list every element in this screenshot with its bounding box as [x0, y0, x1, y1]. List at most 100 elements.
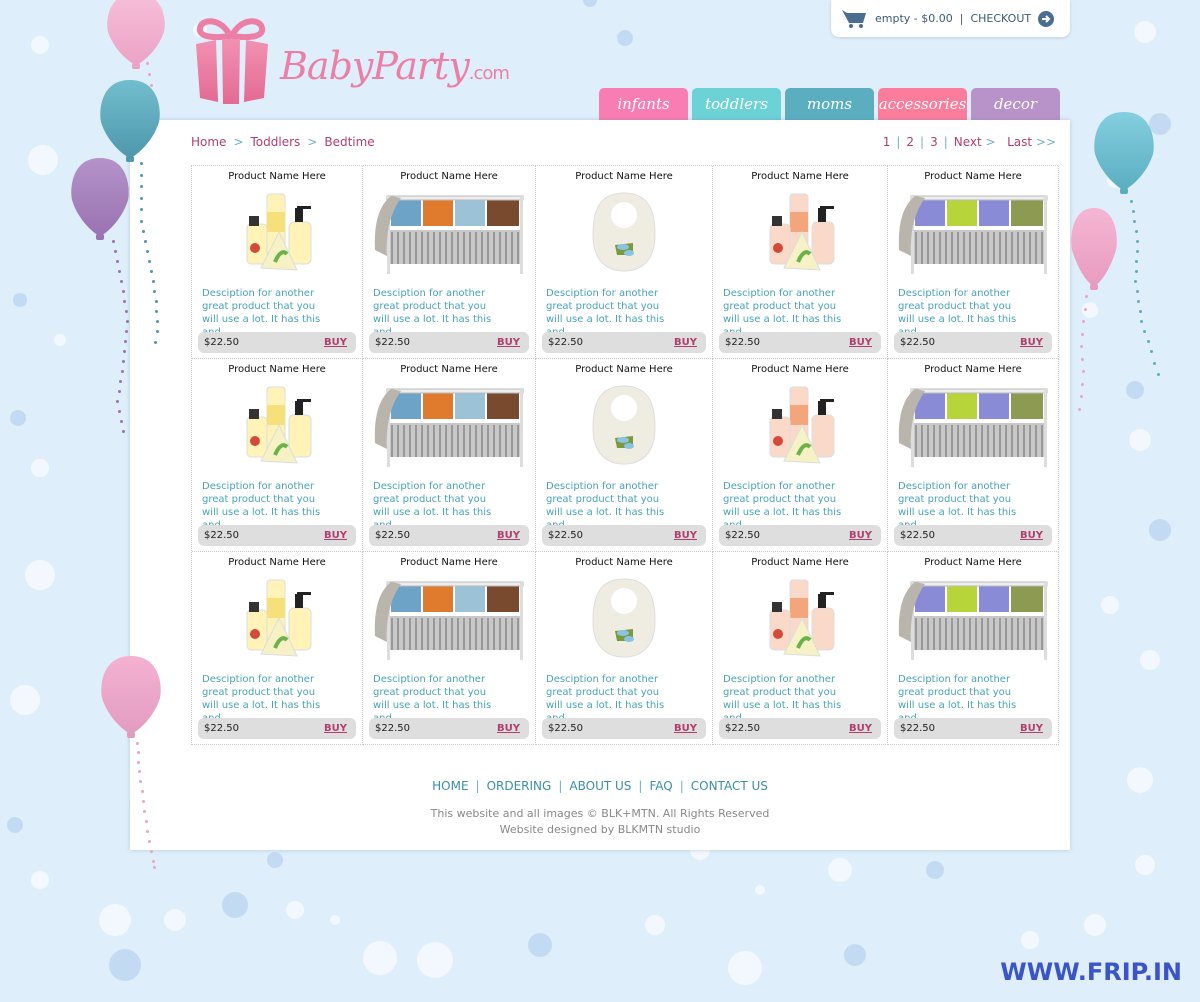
- buy-button[interactable]: BUY: [497, 723, 520, 734]
- product-image-bath-set[interactable]: [198, 573, 356, 665]
- product-card[interactable]: Product Name Here Desciption for another…: [888, 552, 1059, 745]
- product-card[interactable]: Product Name Here Desciption for another…: [713, 166, 888, 359]
- product-price-bar: $22.50 BUY: [369, 718, 529, 739]
- page-3-link[interactable]: 3: [930, 135, 938, 149]
- product-image-bib[interactable]: [542, 573, 706, 665]
- product-name[interactable]: Product Name Here: [542, 557, 706, 571]
- product-card[interactable]: Product Name Here Desciption for another…: [888, 166, 1059, 359]
- footer-link-ordering[interactable]: ORDERING: [487, 779, 552, 793]
- product-image-bib[interactable]: [542, 187, 706, 279]
- product-name[interactable]: Product Name Here: [369, 364, 529, 378]
- product-card[interactable]: Product Name Here Desciption for another…: [713, 359, 888, 552]
- product-card[interactable]: Product Name Here Desciption for another…: [536, 552, 713, 745]
- product-name[interactable]: Product Name Here: [198, 171, 356, 185]
- buy-button[interactable]: BUY: [324, 530, 347, 541]
- product-name[interactable]: Product Name Here: [719, 171, 881, 185]
- product-card[interactable]: Product Name Here Desciption for another…: [536, 359, 713, 552]
- tab-accessories[interactable]: accessories: [878, 88, 967, 120]
- tab-moms[interactable]: moms: [785, 88, 874, 120]
- background-bubble: [1084, 914, 1106, 936]
- footer-link-about-us[interactable]: ABOUT US: [569, 779, 631, 793]
- balloon-string-dot: [146, 250, 149, 253]
- product-image-crib[interactable]: [894, 187, 1052, 279]
- buy-button[interactable]: BUY: [1020, 337, 1043, 348]
- buy-button[interactable]: BUY: [674, 337, 697, 348]
- product-card[interactable]: Product Name Here Desciption for another…: [536, 166, 713, 359]
- product-card[interactable]: Product Name Here Desciption for another…: [192, 359, 363, 552]
- product-image-bath-set[interactable]: [719, 187, 881, 279]
- product-name[interactable]: Product Name Here: [542, 171, 706, 185]
- footer-separator: |: [679, 779, 684, 793]
- background-bubble: [10, 685, 40, 715]
- product-image-bath-set[interactable]: [719, 380, 881, 472]
- product-card[interactable]: Product Name Here Desciption for another…: [713, 552, 888, 745]
- breadcrumb-toddlers[interactable]: Toddlers: [251, 135, 301, 149]
- product-name[interactable]: Product Name Here: [719, 364, 881, 378]
- product-image-bath-set[interactable]: [719, 573, 881, 665]
- buy-button[interactable]: BUY: [849, 723, 872, 734]
- balloon-string-dot: [154, 341, 157, 344]
- balloon-string-dot: [120, 280, 123, 283]
- product-name[interactable]: Product Name Here: [894, 364, 1052, 378]
- buy-button[interactable]: BUY: [849, 337, 872, 348]
- product-image-crib[interactable]: [369, 187, 529, 279]
- product-card[interactable]: Product Name Here Desciption for another…: [192, 166, 363, 359]
- balloon-string-dot: [1130, 200, 1133, 203]
- product-card[interactable]: Product Name Here Desciption for another…: [192, 552, 363, 745]
- product-image-crib[interactable]: [369, 380, 529, 472]
- tab-infants[interactable]: infants: [599, 88, 688, 120]
- balloon-string-dot: [1078, 407, 1081, 411]
- footer-link-faq[interactable]: FAQ: [649, 779, 672, 793]
- buy-button[interactable]: BUY: [674, 723, 697, 734]
- product-card[interactable]: Product Name Here Desciption for another…: [363, 552, 536, 745]
- product-name[interactable]: Product Name Here: [894, 557, 1052, 571]
- product-card[interactable]: Product Name Here Desciption for another…: [888, 359, 1059, 552]
- buy-button[interactable]: BUY: [674, 530, 697, 541]
- product-name[interactable]: Product Name Here: [894, 171, 1052, 185]
- balloon-string-dot: [150, 270, 153, 273]
- buy-button[interactable]: BUY: [849, 530, 872, 541]
- buy-button[interactable]: BUY: [497, 530, 520, 541]
- last-page-link[interactable]: Last >>: [1007, 135, 1056, 149]
- buy-button[interactable]: BUY: [324, 723, 347, 734]
- product-name[interactable]: Product Name Here: [542, 364, 706, 378]
- product-price: $22.50: [900, 530, 935, 541]
- buy-button[interactable]: BUY: [324, 337, 347, 348]
- product-price-bar: $22.50 BUY: [542, 718, 706, 739]
- checkout-link[interactable]: CHECKOUT: [970, 12, 1031, 25]
- buy-button[interactable]: BUY: [497, 337, 520, 348]
- next-label: Next: [953, 135, 982, 149]
- balloon-string-dot: [1143, 330, 1147, 333]
- site-logo[interactable]: BabyParty.com: [192, 14, 512, 114]
- product-image-bath-set[interactable]: [198, 380, 356, 472]
- cart-icon[interactable]: [841, 9, 869, 29]
- product-image-bath-set[interactable]: [198, 187, 356, 279]
- buy-button[interactable]: BUY: [1020, 530, 1043, 541]
- breadcrumb-home[interactable]: Home: [191, 135, 226, 149]
- product-name[interactable]: Product Name Here: [198, 557, 356, 571]
- product-image-crib[interactable]: [894, 573, 1052, 665]
- tab-toddlers[interactable]: toddlers: [692, 88, 781, 120]
- next-page-link[interactable]: Next >: [954, 135, 996, 149]
- product-card[interactable]: Product Name Here Desciption for another…: [363, 166, 536, 359]
- product-name[interactable]: Product Name Here: [198, 364, 356, 378]
- tab-decor[interactable]: decor: [971, 88, 1060, 120]
- product-image-crib[interactable]: [894, 380, 1052, 472]
- buy-button[interactable]: BUY: [1020, 723, 1043, 734]
- footer-link-home[interactable]: HOME: [432, 779, 468, 793]
- balloon-string-dot: [1081, 332, 1084, 336]
- product-name[interactable]: Product Name Here: [369, 557, 529, 571]
- balloon-string-dot: [1134, 270, 1138, 273]
- product-name[interactable]: Product Name Here: [369, 171, 529, 185]
- arrow-right-circle-icon[interactable]: [1038, 10, 1055, 27]
- breadcrumb-bedtime[interactable]: Bedtime: [324, 135, 374, 149]
- next-glyph: >: [985, 135, 996, 149]
- footer-link-contact-us[interactable]: CONTACT US: [691, 779, 768, 793]
- product-image-bib[interactable]: [542, 380, 706, 472]
- product-image-crib[interactable]: [369, 573, 529, 665]
- page-2-link[interactable]: 2: [906, 135, 914, 149]
- product-name[interactable]: Product Name Here: [719, 557, 881, 571]
- balloon-string-dot: [122, 430, 125, 433]
- product-card[interactable]: Product Name Here Desciption for another…: [363, 359, 536, 552]
- page-1-link[interactable]: 1: [883, 135, 891, 149]
